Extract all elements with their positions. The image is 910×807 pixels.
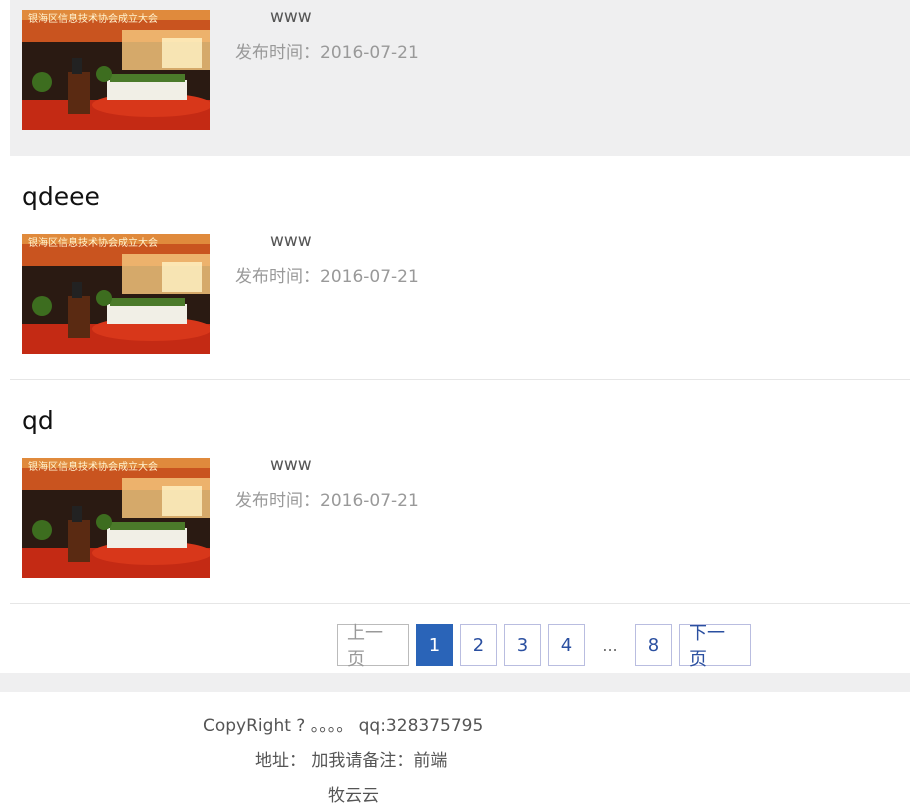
article-thumbnail[interactable]: 银海区信息技术协会成立大会 — [22, 458, 210, 578]
footer-address: 地址： 加我请备注：前端 — [255, 751, 448, 771]
page-1-button[interactable]: 1 — [416, 624, 453, 666]
article-title[interactable]: qd — [22, 406, 54, 436]
pagination-ellipsis: ... — [602, 635, 618, 655]
pagination: 上一页 1 2 3 4 ... 8 下一页 — [337, 623, 751, 670]
article-title[interactable]: qdeee — [22, 182, 100, 212]
conference-photo: 银海区信息技术协会成立大会 — [22, 234, 210, 354]
svg-text:银海区信息技术协会成立大会: 银海区信息技术协会成立大会 — [28, 236, 158, 249]
article-date: 发布时间：2016-07-21 — [235, 491, 419, 511]
svg-text:银海区信息技术协会成立大会: 银海区信息技术协会成立大会 — [28, 12, 158, 25]
footer-divider — [0, 673, 910, 692]
list-item[interactable]: qdeee 银海区信息技术协会成立大会 www 发布时间：2016-07-21 — [10, 156, 910, 380]
article-thumbnail[interactable]: 银海区信息技术协会成立大会 — [22, 234, 210, 354]
conference-photo: 银海区信息技术协会成立大会 — [22, 10, 210, 130]
page-8-button[interactable]: 8 — [635, 624, 672, 666]
article-date: 发布时间：2016-07-21 — [235, 267, 419, 287]
article-excerpt: www — [270, 231, 312, 251]
article-excerpt: www — [270, 7, 312, 27]
article-thumbnail[interactable]: 银海区信息技术协会成立大会 — [22, 10, 210, 130]
prev-page-button[interactable]: 上一页 — [337, 623, 409, 670]
page-3-button[interactable]: 3 — [504, 624, 541, 666]
list-item[interactable]: 银海区信息技术协会成立大会 www 发布时间：2016-07-21 — [10, 0, 910, 156]
article-excerpt: www — [270, 455, 312, 475]
page-4-button[interactable]: 4 — [548, 624, 585, 666]
footer-site-name: 牧云云 — [328, 786, 379, 806]
article-date: 发布时间：2016-07-21 — [235, 43, 419, 63]
footer-copyright: CopyRight ? 。。。。 qq:328375795 — [203, 716, 484, 736]
conference-photo: 银海区信息技术协会成立大会 — [22, 458, 210, 578]
list-item[interactable]: qd 银海区信息技术协会成立大会 www 发布时间：2016-07-21 — [10, 380, 910, 604]
svg-text:银海区信息技术协会成立大会: 银海区信息技术协会成立大会 — [28, 460, 158, 473]
next-page-button[interactable]: 下一页 — [679, 623, 751, 670]
article-list: 银海区信息技术协会成立大会 www 发布时间：2016-07-21 qdeee — [10, 0, 910, 604]
page-2-button[interactable]: 2 — [460, 624, 497, 666]
